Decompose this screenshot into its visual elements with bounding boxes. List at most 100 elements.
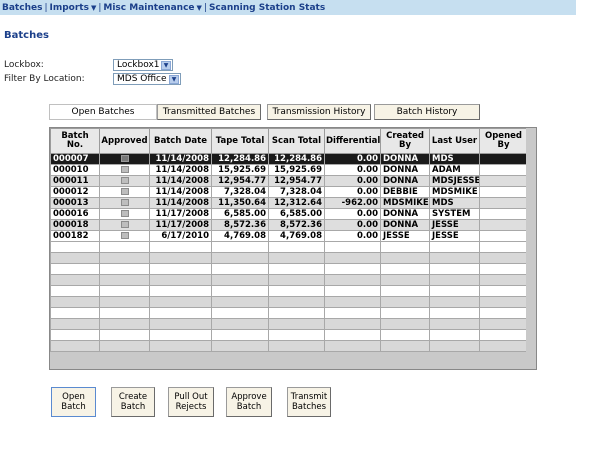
empty-table-row: [50, 263, 528, 275]
table-row[interactable]: 000182 6/17/2010 4,769.08 4,769.08 0.00 JESSE…: [50, 230, 528, 242]
empty-cell: [99, 318, 150, 330]
open-batch-button[interactable]: Open Batch: [51, 387, 96, 417]
grid-scrollbar[interactable]: [526, 128, 536, 369]
batch-no-cell: 000011: [50, 175, 100, 187]
chevron-down-icon[interactable]: ▼: [161, 61, 171, 70]
approved-cell: [99, 219, 150, 231]
batch-no-cell: 000007: [50, 153, 100, 165]
empty-cell: [50, 263, 100, 275]
scan-total-cell: 4,769.08: [268, 230, 325, 242]
tab-open-batches-label: Open Batches: [71, 107, 135, 117]
empty-cell: [324, 274, 381, 286]
empty-cell: [50, 241, 100, 253]
tape-total-cell: 4,769.08: [211, 230, 269, 242]
menu-misc-maintenance[interactable]: Misc Maintenance ▼: [103, 3, 202, 13]
table-row[interactable]: 000010 11/14/2008 15,925.69 15,925.69 0.00 DO…: [50, 164, 528, 176]
empty-cell: [99, 296, 150, 308]
approved-checkbox[interactable]: [120, 221, 129, 228]
approved-checkbox[interactable]: [120, 210, 129, 217]
tab-transmission-history-label: Transmission History: [272, 107, 366, 117]
batch-no-cell: 000016: [50, 208, 100, 220]
table-row[interactable]: 000016 11/17/2008 6,585.00 6,585.00 0.00 DONN…: [50, 208, 528, 220]
table-header-row: Batch No. Approved Batch Date Tape Total…: [50, 128, 528, 154]
table-row[interactable]: 000007 11/14/2008 12,284.86 12,284.86 0.00 DO…: [50, 153, 528, 165]
menu-scanning-station-stats[interactable]: Scanning Station Stats: [209, 3, 325, 13]
location-select[interactable]: MDS Office ▼: [113, 73, 181, 85]
empty-cell: [211, 263, 269, 275]
empty-cell: [149, 263, 212, 275]
opened-by-cell: [479, 197, 528, 209]
approved-checkbox[interactable]: [120, 199, 129, 206]
table-row[interactable]: 000018 11/17/2008 8,572.36 8,572.36 0.00 DONN…: [50, 219, 528, 231]
created-by-cell: DONNA: [380, 153, 430, 165]
column-header[interactable]: Differential: [324, 128, 381, 154]
empty-cell: [211, 274, 269, 286]
tab-batch-history[interactable]: Batch History: [374, 104, 480, 120]
column-header[interactable]: Last User: [429, 128, 480, 154]
approved-cell: [99, 197, 150, 209]
empty-cell: [50, 285, 100, 297]
last-user-cell: MDSMIKE: [429, 186, 480, 198]
tab-transmission-history[interactable]: Transmission History: [267, 104, 371, 120]
lockbox-select[interactable]: Lockbox1 ▼: [113, 59, 173, 71]
menu-batches[interactable]: Batches: [2, 3, 42, 13]
empty-cell: [429, 274, 480, 286]
batch-date-cell: 11/14/2008: [149, 186, 212, 198]
column-header[interactable]: Batch No.: [50, 128, 100, 154]
empty-cell: [380, 274, 430, 286]
empty-cell: [429, 285, 480, 297]
column-header[interactable]: Approved: [99, 128, 150, 154]
table-row[interactable]: 000013 11/14/2008 11,350.64 12,312.64 -962.0…: [50, 197, 528, 209]
approved-checkbox[interactable]: [120, 232, 129, 239]
create-batch-button[interactable]: Create Batch: [111, 387, 155, 417]
approve-batch-button[interactable]: Approve Batch: [226, 387, 272, 417]
empty-cell: [99, 252, 150, 264]
table-row[interactable]: 000011 11/14/2008 12,954.77 12,954.77 0.00 DO…: [50, 175, 528, 187]
page-title: Batches: [4, 30, 49, 41]
tab-transmitted-batches[interactable]: Transmitted Batches: [157, 104, 261, 120]
empty-cell: [324, 318, 381, 330]
column-header[interactable]: Batch Date: [149, 128, 212, 154]
tape-total-cell: 12,284.86: [211, 153, 269, 165]
transmit-batches-button[interactable]: Transmit Batches: [287, 387, 331, 417]
column-header[interactable]: Created By: [380, 128, 430, 154]
empty-cell: [429, 241, 480, 253]
scan-total-cell: 6,585.00: [268, 208, 325, 220]
approved-checkbox[interactable]: [120, 188, 129, 195]
column-header[interactable]: Scan Total: [268, 128, 325, 154]
menu-misc-maintenance-label: Misc Maintenance: [103, 2, 195, 13]
approved-checkbox[interactable]: [120, 166, 129, 173]
chevron-down-icon[interactable]: ▼: [169, 75, 179, 84]
menu-separator: |: [98, 2, 102, 13]
menu-batches-label: Batches: [2, 2, 43, 13]
empty-table-row: [50, 241, 528, 253]
menu-imports[interactable]: Imports ▼: [50, 3, 97, 13]
approved-checkbox[interactable]: [120, 155, 129, 162]
batch-no-cell: 000182: [50, 230, 100, 242]
empty-cell: [268, 285, 325, 297]
differential-cell: 0.00: [324, 208, 381, 220]
empty-cell: [149, 274, 212, 286]
table-row[interactable]: 000012 11/14/2008 7,328.04 7,328.04 0.00 DEBB…: [50, 186, 528, 198]
empty-cell: [149, 340, 212, 352]
tape-total-cell: 7,328.04: [211, 186, 269, 198]
opened-by-cell: [479, 208, 528, 220]
empty-cell: [479, 241, 528, 253]
empty-cell: [211, 329, 269, 341]
approved-checkbox[interactable]: [120, 177, 129, 184]
approved-cell: [99, 175, 150, 187]
tab-open-batches[interactable]: Open Batches: [49, 104, 157, 120]
last-user-cell: MDS: [429, 153, 480, 165]
empty-cell: [268, 340, 325, 352]
column-header[interactable]: Tape Total: [211, 128, 269, 154]
pull-out-rejects-button[interactable]: Pull Out Rejects: [168, 387, 214, 417]
menu-separator: |: [44, 2, 48, 13]
empty-cell: [149, 329, 212, 341]
last-user-cell: MDSJESSE: [429, 175, 480, 187]
created-by-cell: JESSE: [380, 230, 430, 242]
differential-cell: 0.00: [324, 164, 381, 176]
empty-cell: [479, 329, 528, 341]
last-user-cell: JESSE: [429, 219, 480, 231]
column-header[interactable]: Opened By: [479, 128, 528, 154]
empty-cell: [50, 274, 100, 286]
